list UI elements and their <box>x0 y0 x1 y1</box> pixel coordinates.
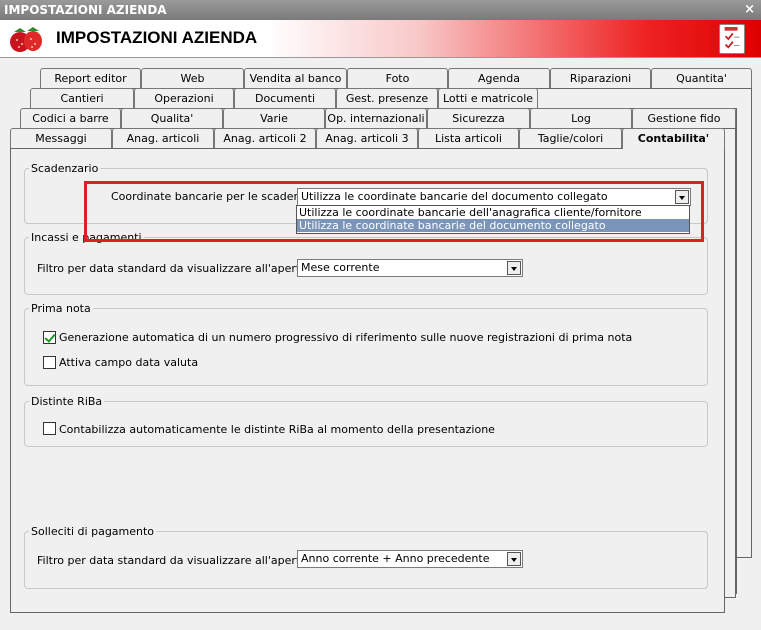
coordinate-bancarie-select[interactable]: Utilizza le coordinate bancarie del docu… <box>297 188 691 206</box>
tab-lotti-e-matricole[interactable]: Lotti e matricole <box>438 88 538 108</box>
group-distinte-riba: Distinte RiBa <box>24 395 708 447</box>
tab-anag-articoli-2[interactable]: Anag. articoli 2 <box>214 128 316 148</box>
tab-lista-articoli[interactable]: Lista articoli <box>418 128 519 148</box>
tab-varie[interactable]: Varie <box>223 108 325 128</box>
tab-messaggi[interactable]: Messaggi <box>10 128 112 148</box>
window-titlebar: IMPOSTAZIONI AZIENDA × <box>0 0 761 20</box>
solleciti-filtro-select[interactable]: Anno corrente + Anno precedente <box>297 550 523 568</box>
window-header: IMPOSTAZIONI AZIENDA <box>0 20 761 58</box>
tab-op-internazionali[interactable]: Op. internazionali <box>325 108 427 128</box>
dropdown-option-documento[interactable]: Utilizza le coordinate bancarie del docu… <box>297 219 689 232</box>
tab-qualita[interactable]: Qualita' <box>121 108 223 128</box>
tab-anag-articoli[interactable]: Anag. articoli <box>112 128 214 148</box>
tab-codici-a-barre[interactable]: Codici a barre <box>20 108 121 128</box>
progressivo-label: Generazione automatica di un numero prog… <box>59 331 633 344</box>
data-valuta-checkbox[interactable] <box>43 356 56 369</box>
coordinate-bancarie-dropdown-list: Utilizza le coordinate bancarie dell'ana… <box>296 205 690 234</box>
group-scadenzario-legend: Scadenzario <box>31 162 99 175</box>
checklist-icon[interactable] <box>719 24 745 54</box>
tab-contabilita[interactable]: Contabilita' <box>622 128 725 149</box>
incassi-filtro-label: Filtro per data standard da visualizzare… <box>37 262 326 275</box>
close-icon[interactable]: × <box>744 0 755 20</box>
chevron-down-icon[interactable] <box>507 552 521 566</box>
tab-documenti[interactable]: Documenti <box>234 88 336 108</box>
tab-gest-presenze[interactable]: Gest. presenze <box>336 88 438 108</box>
progressivo-checkbox[interactable] <box>43 331 56 344</box>
riba-label: Contabilizza automaticamente le distinte… <box>59 423 495 436</box>
group-prima-nota: Prima nota <box>24 302 708 386</box>
coordinate-bancarie-label: Coordinate bancarie per le scadenze : <box>111 190 321 203</box>
tab-agenda[interactable]: Agenda <box>448 68 550 88</box>
solleciti-filtro-label: Filtro per data standard da visualizzare… <box>37 554 326 567</box>
solleciti-filtro-value: Anno corrente + Anno precedente <box>301 552 490 565</box>
coordinate-bancarie-value: Utilizza le coordinate bancarie del docu… <box>301 190 608 203</box>
tab-operazioni[interactable]: Operazioni <box>134 88 234 108</box>
tab-gestione-fido[interactable]: Gestione fido <box>632 108 736 128</box>
data-valuta-label: Attiva campo data valuta <box>59 356 199 369</box>
incassi-filtro-value: Mese corrente <box>301 261 380 274</box>
incassi-filtro-select[interactable]: Mese corrente <box>297 259 523 277</box>
group-incassi-legend: Incassi e pagamenti <box>31 231 142 244</box>
tab-foto[interactable]: Foto <box>347 68 448 88</box>
tab-quantita[interactable]: Quantita' <box>651 68 752 88</box>
chevron-down-icon[interactable] <box>675 190 689 204</box>
riba-checkbox[interactable] <box>43 422 56 435</box>
tab-taglie-colori[interactable]: Taglie/colori <box>519 128 622 148</box>
tab-sicurezza[interactable]: Sicurezza <box>427 108 530 128</box>
tab-log[interactable]: Log <box>530 108 632 128</box>
group-solleciti-legend: Solleciti di pagamento <box>31 525 155 538</box>
header-title: IMPOSTAZIONI AZIENDA <box>56 28 258 47</box>
tab-web[interactable]: Web <box>141 68 244 88</box>
window-title: IMPOSTAZIONI AZIENDA <box>4 3 167 17</box>
tab-anag-articoli-3[interactable]: Anag. articoli 3 <box>316 128 418 148</box>
tab-report-editor[interactable]: Report editor <box>40 68 141 88</box>
dropdown-option-anagrafica[interactable]: Utilizza le coordinate bancarie dell'ana… <box>297 206 689 219</box>
group-riba-legend: Distinte RiBa <box>31 395 103 408</box>
strawberry-icon <box>10 27 42 52</box>
tab-vendita-al-banco[interactable]: Vendita al banco <box>244 68 347 88</box>
group-prima-nota-legend: Prima nota <box>31 302 91 315</box>
chevron-down-icon[interactable] <box>507 261 521 275</box>
tab-riparazioni[interactable]: Riparazioni <box>550 68 651 88</box>
tab-cantieri[interactable]: Cantieri <box>30 88 134 108</box>
